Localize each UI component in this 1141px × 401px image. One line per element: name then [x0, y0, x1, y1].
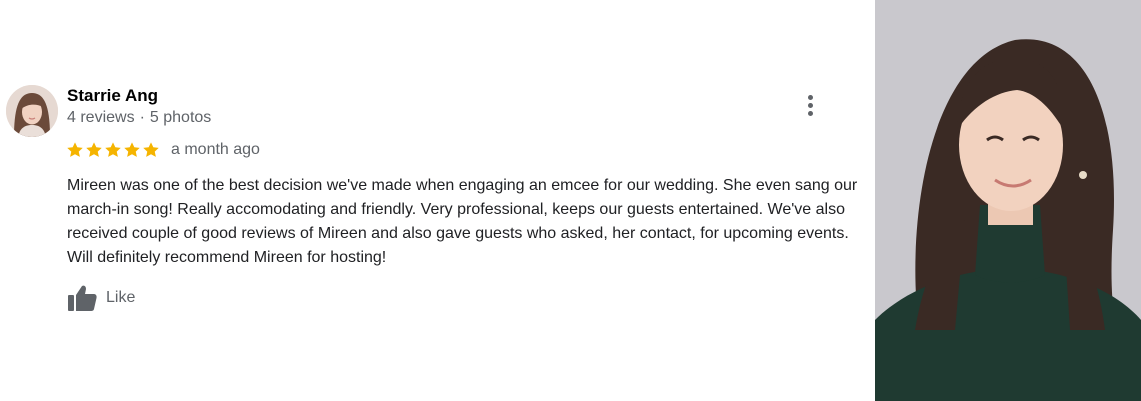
thumb-up-icon	[68, 285, 97, 311]
rating-row: a month ago	[66, 141, 260, 159]
more-vert-icon-dot	[807, 94, 813, 100]
star-icon	[67, 142, 83, 157]
reviews-count: 4 reviews	[67, 109, 135, 126]
reviewer-avatar-image	[6, 85, 58, 137]
meta-separator: ·	[139, 109, 145, 126]
star-icon	[143, 142, 159, 157]
like-button[interactable]: Like	[67, 284, 135, 312]
star-icon	[86, 142, 102, 157]
more-vert-icon-dot	[807, 110, 813, 116]
star-icon	[105, 142, 121, 157]
more-vert-icon-dot	[807, 102, 813, 108]
review-time: a month ago	[171, 141, 260, 158]
profile-portrait-photo	[875, 0, 1141, 401]
reviewer-avatar[interactable]	[6, 85, 58, 137]
photos-count: 5 photos	[149, 109, 212, 126]
portrait-image	[875, 0, 1141, 401]
reviewer-stats: 4 reviews · 5 photos	[67, 109, 211, 127]
like-label: Like	[106, 289, 136, 306]
review-text: Mireen was one of the best decision we'v…	[67, 177, 858, 266]
reviewer-name[interactable]: Starrie Ang	[67, 86, 158, 106]
more-options-button[interactable]	[796, 90, 824, 120]
review-card: Starrie Ang 4 reviews · 5 photos a month a…	[0, 0, 875, 401]
star-rating	[66, 141, 160, 159]
star-icon	[124, 142, 140, 157]
